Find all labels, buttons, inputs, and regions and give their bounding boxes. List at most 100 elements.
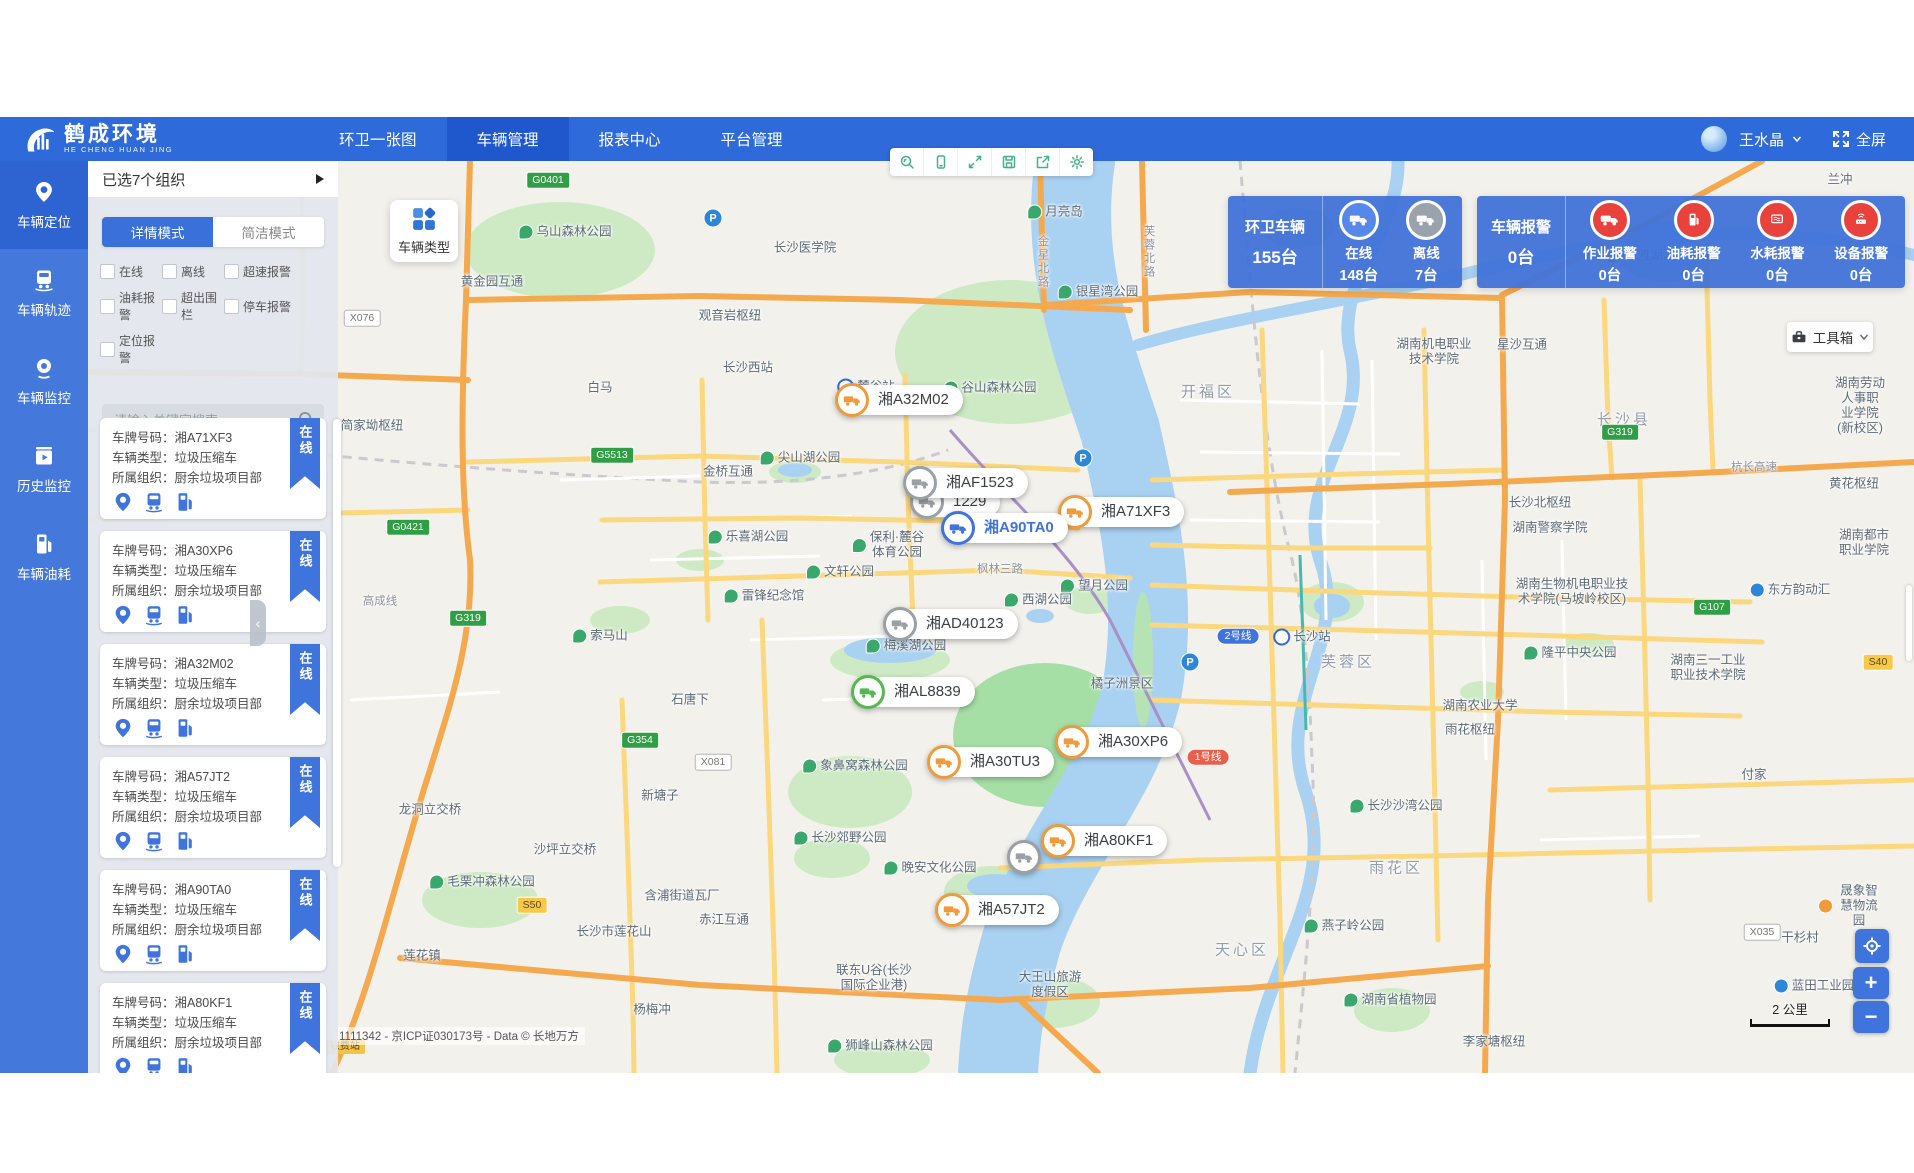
track-vehicle-icon[interactable]: [143, 491, 165, 513]
locate-vehicle-icon[interactable]: [112, 717, 134, 739]
map-label: 索马山: [572, 629, 628, 644]
toolbox-button[interactable]: 工具箱: [1787, 322, 1873, 352]
track-vehicle-icon[interactable]: [143, 1056, 165, 1073]
fuel-vehicle-icon[interactable]: [174, 604, 196, 626]
save-button[interactable]: [992, 148, 1026, 176]
vehicle-card[interactable]: 车牌号码：湘A32M02 车辆类型：垃圾压缩车 所属组织：厨余垃圾项目部 在线: [100, 644, 326, 745]
offline-truck-icon: [1406, 200, 1446, 240]
vehicle-card[interactable]: 车牌号码：湘A90TA0 车辆类型：垃圾压缩车 所属组织：厨余垃圾项目部 在线: [100, 870, 326, 971]
checkbox-box[interactable]: [162, 299, 177, 314]
road-badge: G319: [449, 610, 487, 627]
nav-item[interactable]: 车辆管理: [447, 117, 569, 161]
map-label: 龙洞立交桥: [399, 803, 462, 818]
vehicle-type-row: 车辆类型：垃圾压缩车: [112, 900, 314, 920]
map-label: 芙蓉区: [1321, 655, 1375, 670]
vehicle-card[interactable]: 车牌号码：湘A57JT2 车辆类型：垃圾压缩车 所属组织：厨余垃圾项目部 在线: [100, 757, 326, 858]
filter-checkbox[interactable]: 超出围栏: [162, 289, 224, 323]
checkbox-box[interactable]: [162, 264, 177, 279]
panel-collapse-handle[interactable]: ‹: [250, 600, 266, 646]
poi-icon: [572, 629, 587, 644]
poi-icon: [1349, 799, 1364, 814]
map-scrollbar[interactable]: [1906, 585, 1912, 661]
rail-item-history-monitor[interactable]: 历史监控: [0, 425, 88, 513]
expand-button[interactable]: [958, 148, 992, 176]
locate-vehicle-icon[interactable]: [112, 491, 134, 513]
checkbox-box[interactable]: [100, 299, 115, 314]
poi-icon: [1818, 899, 1833, 914]
map-label: 银星湾公园: [1058, 285, 1139, 300]
zoom-search-button[interactable]: [890, 148, 924, 176]
map-label: 晚安文化公园: [883, 861, 976, 876]
track-vehicle-icon[interactable]: [143, 943, 165, 965]
poi-icon: [1058, 285, 1073, 300]
road-badge: 1号线: [1187, 749, 1230, 766]
filter-checkbox[interactable]: 在线: [100, 263, 162, 280]
nav-item[interactable]: 环卫一张图: [309, 117, 447, 161]
track-vehicle-icon[interactable]: [143, 604, 165, 626]
fuel-vehicle-icon[interactable]: [174, 943, 196, 965]
vehicle-card[interactable]: 车牌号码：湘A71XF3 车辆类型：垃圾压缩车 所属组织：厨余垃圾项目部 在线: [100, 418, 326, 519]
map-label: 长沙站: [1273, 629, 1331, 646]
rail-item-vehicle-monitor[interactable]: 车辆监控: [0, 337, 88, 425]
truck-icon: [851, 675, 885, 709]
nav-item[interactable]: 平台管理: [691, 117, 813, 161]
fullscreen-button[interactable]: 全屏: [1832, 129, 1886, 150]
video-play-icon: [32, 444, 56, 468]
filter-checkbox[interactable]: 离线: [162, 263, 224, 280]
locate-vehicle-icon[interactable]: [112, 830, 134, 852]
user-name[interactable]: 王水晶: [1739, 129, 1784, 150]
track-vehicle-icon[interactable]: [143, 717, 165, 739]
work-alarm-stat: 作业报警 0台: [1583, 200, 1637, 285]
vehicle-type-button[interactable]: 车辆类型: [390, 200, 458, 262]
mode-tab[interactable]: 详情模式: [102, 217, 213, 247]
locate-vehicle-icon[interactable]: [112, 1056, 134, 1073]
rail-item-vehicle-track[interactable]: 车辆轨迹: [0, 249, 88, 337]
panel-scrollbar[interactable]: [333, 419, 341, 867]
zoom-in-button[interactable]: +: [1853, 967, 1889, 999]
export-button[interactable]: [1026, 148, 1060, 176]
chevron-down-icon[interactable]: [1792, 134, 1802, 144]
fuel-vehicle-icon[interactable]: [174, 830, 196, 852]
truck-icon: [1041, 824, 1075, 858]
fuel-vehicle-icon[interactable]: [174, 1056, 196, 1073]
filter-checkbox[interactable]: 油耗报警: [100, 289, 162, 323]
filter-checkbox[interactable]: 超速报警: [224, 263, 318, 280]
fuel-vehicle-icon[interactable]: [174, 491, 196, 513]
toolbox-icon: [1791, 329, 1807, 345]
vehicle-plate-row: 车牌号码：湘A57JT2: [112, 767, 314, 787]
vehicle-card[interactable]: 车牌号码：湘A80KF1 车辆类型：垃圾压缩车 所属组织：厨余垃圾项目部 在线: [100, 983, 326, 1073]
filter-checkbox[interactable]: 定位报警: [100, 332, 162, 366]
map-label: 湖南农业大学: [1442, 699, 1517, 714]
checkbox-label: 油耗报警: [119, 289, 162, 323]
settings-gear-icon[interactable]: [1060, 148, 1093, 176]
user-avatar[interactable]: [1701, 126, 1727, 152]
rail-item-vehicle-fuel[interactable]: 车辆油耗: [0, 513, 88, 601]
camera-icon: [32, 356, 56, 380]
track-vehicle-icon[interactable]: [143, 830, 165, 852]
rail-item-vehicle-location[interactable]: 车辆定位: [0, 161, 88, 249]
map-label: 长沙郊野公园: [793, 831, 886, 846]
locate-vehicle-icon[interactable]: [112, 604, 134, 626]
map-label: 赤江互通: [699, 913, 749, 928]
mode-tab[interactable]: 简洁模式: [213, 217, 324, 247]
checkbox-box[interactable]: [224, 299, 239, 314]
filter-checkbox[interactable]: 停车报警: [224, 289, 318, 323]
mobile-view-button[interactable]: [924, 148, 958, 176]
checkbox-box[interactable]: [224, 264, 239, 279]
map-label: 文轩公园: [806, 565, 874, 580]
vehicle-card[interactable]: 车牌号码：湘A30XP6 车辆类型：垃圾压缩车 所属组织：厨余垃圾项目部 在线: [100, 531, 326, 632]
locate-button[interactable]: [1855, 929, 1889, 963]
poi-icon: [724, 589, 739, 604]
map-label: 雷锋纪念馆: [724, 589, 805, 604]
checkbox-box[interactable]: [100, 264, 115, 279]
checkbox-box[interactable]: [100, 342, 115, 357]
checkbox-label: 离线: [181, 263, 205, 280]
checkbox-label: 超速报警: [243, 263, 291, 280]
map-label: 李家塘枢纽: [1463, 1035, 1526, 1050]
fuel-vehicle-icon[interactable]: [174, 717, 196, 739]
map-canvas[interactable]: 月亮岛 乌山森林公园 长沙医学院 黄金园互通 银星湾公园 观音岩枢纽 谷山森林公…: [88, 161, 1914, 1073]
zoom-out-button[interactable]: −: [1853, 1001, 1889, 1033]
nav-item[interactable]: 报表中心: [569, 117, 691, 161]
org-selector[interactable]: 已选7个组织: [88, 161, 338, 197]
locate-vehicle-icon[interactable]: [112, 943, 134, 965]
